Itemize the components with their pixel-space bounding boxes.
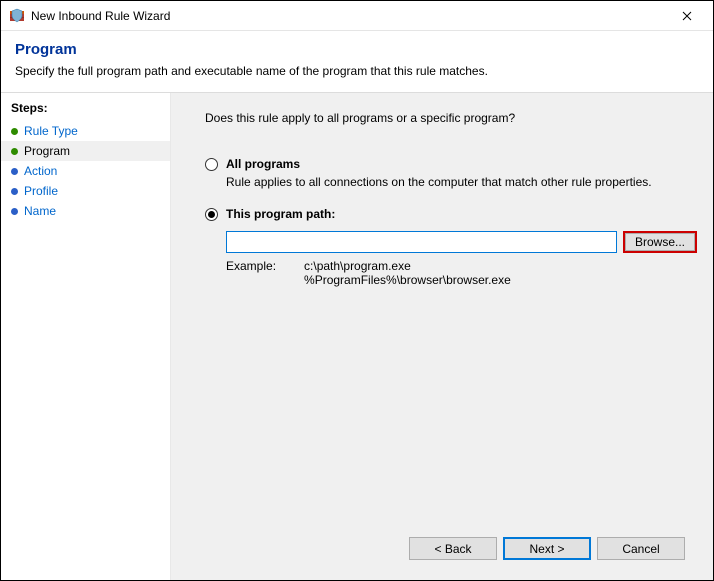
step-name[interactable]: Name — [1, 201, 170, 221]
example-row: Example: c:\path\program.exe %ProgramFil… — [187, 259, 697, 287]
step-label: Rule Type — [24, 124, 78, 138]
main-content: Does this rule apply to all programs or … — [171, 93, 713, 580]
steps-sidebar: Steps: Rule Type Program Action Profile … — [1, 93, 171, 580]
option-all-programs[interactable]: All programs — [187, 157, 697, 171]
window-title: New Inbound Rule Wizard — [31, 9, 664, 23]
option-path-label: This program path: — [226, 207, 335, 221]
program-path-row: Browse... — [187, 231, 697, 253]
browse-button[interactable]: Browse... — [623, 231, 697, 253]
option-all-label: All programs — [226, 157, 300, 171]
page-description: Specify the full program path and execut… — [15, 64, 699, 78]
footer-buttons: < Back Next > Cancel — [187, 527, 697, 570]
wizard-window: New Inbound Rule Wizard Program Specify … — [0, 0, 714, 581]
cancel-button[interactable]: Cancel — [597, 537, 685, 560]
step-label: Action — [24, 164, 57, 178]
example-paths: c:\path\program.exe %ProgramFiles%\brows… — [304, 259, 511, 287]
option-program-path[interactable]: This program path: — [187, 207, 697, 221]
step-label: Program — [24, 144, 70, 158]
option-all-desc: Rule applies to all connections on the c… — [187, 175, 697, 189]
bullet-icon — [11, 208, 18, 215]
bullet-icon — [11, 148, 18, 155]
firewall-icon — [9, 8, 25, 24]
example-label: Example: — [226, 259, 276, 287]
step-program[interactable]: Program — [1, 141, 170, 161]
title-bar: New Inbound Rule Wizard — [1, 1, 713, 31]
next-button[interactable]: Next > — [503, 537, 591, 560]
page-title: Program — [15, 41, 699, 58]
page-header: Program Specify the full program path an… — [1, 31, 713, 93]
bullet-icon — [11, 168, 18, 175]
step-profile[interactable]: Profile — [1, 181, 170, 201]
radio-all-programs[interactable] — [205, 158, 218, 171]
radio-program-path[interactable] — [205, 208, 218, 221]
close-button[interactable] — [664, 2, 709, 30]
step-action[interactable]: Action — [1, 161, 170, 181]
steps-heading: Steps: — [1, 101, 170, 121]
step-label: Name — [24, 204, 56, 218]
program-path-input[interactable] — [226, 231, 617, 253]
back-button[interactable]: < Back — [409, 537, 497, 560]
step-label: Profile — [24, 184, 58, 198]
bullet-icon — [11, 128, 18, 135]
wizard-body: Steps: Rule Type Program Action Profile … — [1, 93, 713, 580]
question-text: Does this rule apply to all programs or … — [187, 111, 697, 125]
step-rule-type[interactable]: Rule Type — [1, 121, 170, 141]
bullet-icon — [11, 188, 18, 195]
